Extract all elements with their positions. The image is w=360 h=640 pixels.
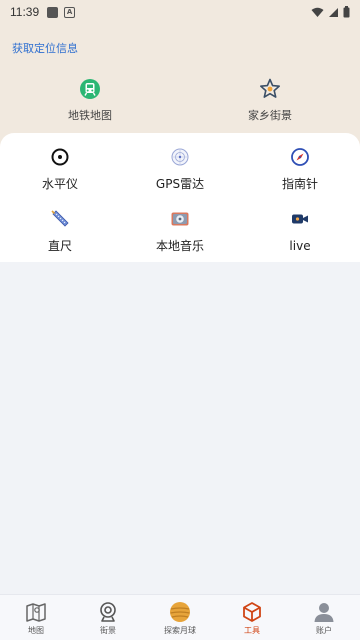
gps-radar-tool[interactable]: GPS雷达 xyxy=(120,147,240,192)
nav-item-explore-moon[interactable]: 探索月球 xyxy=(144,595,216,640)
live-tool[interactable]: live xyxy=(240,209,360,254)
nav-account-label: 账户 xyxy=(316,626,332,635)
compass-label: 指南针 xyxy=(281,177,318,191)
live-label: live xyxy=(289,239,311,253)
user-icon xyxy=(314,603,334,622)
bottom-nav: 地图 街景 探索月球 工具 账户 xyxy=(0,594,360,640)
compass-tool[interactable]: 指南针 xyxy=(240,147,360,192)
nav-map-label: 地图 xyxy=(28,626,44,635)
nav-item-account[interactable]: 账户 xyxy=(288,595,360,640)
notification-icon xyxy=(47,6,59,18)
nav-item-tools[interactable]: 工具 xyxy=(216,595,288,640)
metro-map-tool[interactable]: 地铁地图 xyxy=(30,78,150,123)
status-indicators xyxy=(311,6,350,18)
battery-icon xyxy=(343,6,350,18)
map-icon xyxy=(26,603,46,622)
music-player-icon xyxy=(171,212,189,226)
nav-item-map[interactable]: 地图 xyxy=(0,595,72,640)
status-bar: 11:39 A xyxy=(0,0,360,24)
level-icon xyxy=(51,148,69,166)
nav-street-view-label: 街景 xyxy=(100,626,116,635)
toolbox-icon xyxy=(243,602,261,622)
get-location-link[interactable]: 获取定位信息 xyxy=(12,40,78,56)
nav-explore-moon-label: 探索月球 xyxy=(164,626,196,635)
wifi-icon xyxy=(311,7,324,17)
video-camera-icon xyxy=(292,214,308,224)
radar-icon xyxy=(171,148,189,166)
metro-map-label: 地铁地图 xyxy=(68,109,112,122)
nav-tools-label: 工具 xyxy=(244,626,260,635)
level-label: 水平仪 xyxy=(41,177,78,191)
nav-item-street-view[interactable]: 街景 xyxy=(72,595,144,640)
ruler-label: 直尺 xyxy=(47,239,72,253)
local-music-tool[interactable]: 本地音乐 xyxy=(120,209,240,254)
webcam-icon xyxy=(100,602,116,622)
status-time: 11:39 xyxy=(10,5,40,19)
hometown-street-view-tool[interactable]: 家乡街景 xyxy=(210,78,330,123)
local-music-label: 本地音乐 xyxy=(155,239,204,253)
compass-icon xyxy=(291,148,309,166)
ruler-icon xyxy=(51,210,69,227)
tools-panel: 水平仪 GPS雷达 指南针 直尺 本地音乐 live xyxy=(0,133,360,262)
ruler-tool[interactable]: 直尺 xyxy=(0,209,120,254)
signal-icon xyxy=(329,7,338,17)
level-tool[interactable]: 水平仪 xyxy=(0,147,120,192)
app-notification-icon: A xyxy=(64,6,76,18)
star-location-icon xyxy=(260,78,280,98)
gps-radar-label: GPS雷达 xyxy=(155,177,205,191)
moon-planet-icon xyxy=(170,602,190,622)
metro-icon xyxy=(80,79,100,99)
hometown-street-view-label: 家乡街景 xyxy=(248,109,292,122)
